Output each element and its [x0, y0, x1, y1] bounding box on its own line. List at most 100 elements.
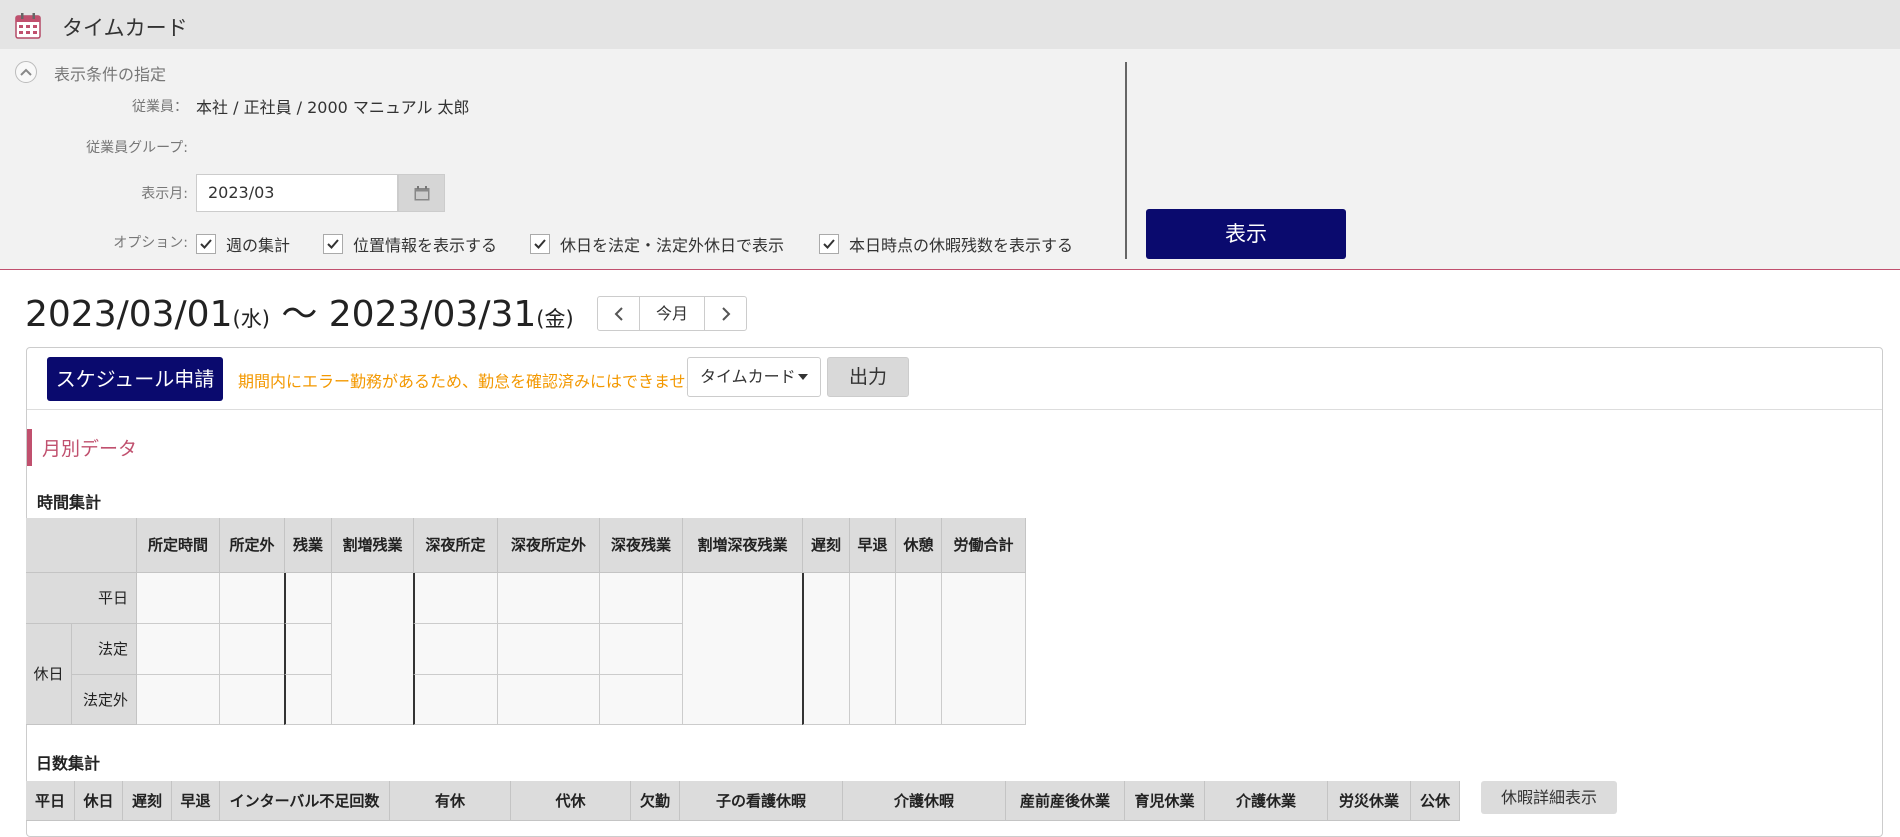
options-label: オプション: — [113, 235, 188, 251]
table-cell — [802, 573, 850, 725]
monthly-data-title: 月別データ — [42, 438, 138, 460]
chevron-left-icon — [614, 306, 623, 321]
header-holiday-days: 休日 — [75, 781, 123, 821]
checkbox[interactable] — [819, 234, 839, 254]
chevron-up-icon — [20, 68, 32, 76]
conditions-title: 表示条件の指定 — [54, 65, 167, 84]
table-cell — [498, 675, 600, 725]
table-cell — [413, 573, 498, 624]
table-cell — [498, 624, 600, 675]
option-label: 休日を法定・法定外休日で表示 — [560, 236, 785, 255]
check-icon — [823, 239, 835, 249]
month-label: 表示月: — [141, 186, 188, 202]
employee-value: 本社 / 正社員 / 2000 マニュアル 太郎 — [196, 98, 470, 117]
table-cell — [137, 624, 220, 675]
title-bar: タイムカード — [0, 0, 1900, 49]
table-cell — [284, 675, 332, 725]
checkbox[interactable] — [530, 234, 550, 254]
header-child-nursing-leave: 子の看護休暇 — [680, 781, 843, 821]
next-month-button[interactable] — [705, 297, 746, 330]
month-picker-button[interactable] — [398, 174, 445, 212]
table-cell — [220, 624, 285, 675]
error-warning: 期間内にエラー勤務があるため、勤怠を確認済みにはできません。 — [238, 372, 718, 391]
table-cell — [600, 675, 683, 725]
table-cell — [498, 573, 600, 624]
header-early-leave-days: 早退 — [172, 781, 220, 821]
table-cell — [413, 624, 498, 675]
period-start-dow: (水) — [232, 307, 270, 331]
checkbox[interactable] — [323, 234, 343, 254]
schedule-request-button[interactable]: スケジュール申請 — [47, 357, 223, 401]
header-non-scheduled: 所定外 — [220, 518, 285, 573]
header-night-non-scheduled: 深夜所定外 — [498, 518, 600, 573]
check-icon — [200, 239, 212, 249]
header-public-holiday: 公休 — [1411, 781, 1460, 821]
period-end-dow: (金) — [536, 307, 574, 331]
table-cell — [284, 573, 332, 624]
table-cell — [896, 573, 942, 725]
option-location-info[interactable]: 位置情報を表示する — [323, 232, 497, 256]
option-holiday-legal-display[interactable]: 休日を法定・法定外休日で表示 — [530, 232, 784, 256]
toolbar: スケジュール申請 期間内にエラー勤務があるため、勤怠を確認済みにはできません。 … — [27, 348, 1882, 410]
header-break: 休憩 — [896, 518, 942, 573]
table-cell — [332, 573, 414, 725]
time-summary-title: 時間集計 — [37, 493, 102, 512]
option-label: 位置情報を表示する — [353, 236, 498, 255]
calendar-icon — [414, 186, 430, 201]
header-scheduled-hours: 所定時間 — [137, 518, 220, 573]
header-overtime: 残業 — [285, 518, 332, 573]
output-button[interactable]: 出力 — [827, 357, 909, 397]
header-absence: 欠勤 — [631, 781, 680, 821]
table-cell — [683, 573, 803, 725]
table-cell — [220, 675, 285, 725]
header-compensatory-leave: 代休 — [511, 781, 631, 821]
month-input[interactable]: 2023/03 — [196, 174, 398, 212]
employee-group-label: 従業員グループ: — [86, 140, 188, 156]
header-premium-night-overtime: 割増深夜残業 — [683, 518, 803, 573]
check-icon — [327, 239, 339, 249]
period-range: 2023/03/01(水) 〜 2023/03/31(金) — [25, 285, 574, 337]
row-label-legal: 法定 — [72, 624, 137, 675]
header-early-leave: 早退 — [850, 518, 896, 573]
table-cell — [137, 675, 220, 725]
prev-month-button[interactable] — [598, 297, 639, 330]
row-label-holiday: 休日 — [26, 624, 72, 725]
option-leave-balance[interactable]: 本日時点の休暇残数を表示する — [819, 232, 1073, 256]
section-accent — [27, 429, 32, 466]
header-childcare-leave: 育児休業 — [1125, 781, 1205, 821]
table-cell — [284, 624, 332, 675]
header-weekday-days: 平日 — [26, 781, 75, 821]
employee-label: 従業員： — [132, 99, 188, 115]
option-weekly-summary[interactable]: 週の集計 — [196, 232, 290, 256]
table-cell — [413, 675, 498, 725]
chevron-right-icon — [721, 306, 730, 321]
period-start: 2023/03/01 — [25, 294, 233, 335]
caret-down-icon — [798, 374, 808, 380]
header-late: 遅刻 — [803, 518, 850, 573]
collapse-toggle[interactable] — [15, 61, 37, 83]
this-month-button[interactable]: 今月 — [639, 297, 705, 330]
days-summary-title: 日数集計 — [36, 754, 101, 773]
row-label-nonlegal: 法定外 — [72, 675, 137, 725]
leave-detail-button[interactable]: 休暇詳細表示 — [1481, 781, 1617, 814]
header-interval-shortage: インターバル不足回数 — [220, 781, 390, 821]
header-premium-overtime: 割増残業 — [332, 518, 414, 573]
header-paid-leave: 有休 — [390, 781, 511, 821]
table-cell — [220, 573, 285, 624]
table-cell — [600, 573, 683, 624]
checkbox[interactable] — [196, 234, 216, 254]
calendar-icon — [15, 13, 41, 39]
table-corner — [26, 518, 137, 573]
header-total-work: 労働合計 — [942, 518, 1026, 573]
table-cell — [850, 573, 896, 725]
month-navigation: 今月 — [597, 296, 747, 331]
header-night-overtime: 深夜残業 — [600, 518, 683, 573]
header-maternity-leave: 産前産後休業 — [1006, 781, 1125, 821]
format-select[interactable]: タイムカード — [687, 357, 821, 397]
period-end: 2023/03/31 — [328, 294, 537, 335]
format-select-value: タイムカード — [700, 367, 796, 386]
show-button[interactable]: 表示 — [1146, 209, 1346, 259]
app-title: タイムカード — [62, 16, 188, 40]
table-cell — [600, 624, 683, 675]
header-care-leave: 介護休暇 — [843, 781, 1006, 821]
